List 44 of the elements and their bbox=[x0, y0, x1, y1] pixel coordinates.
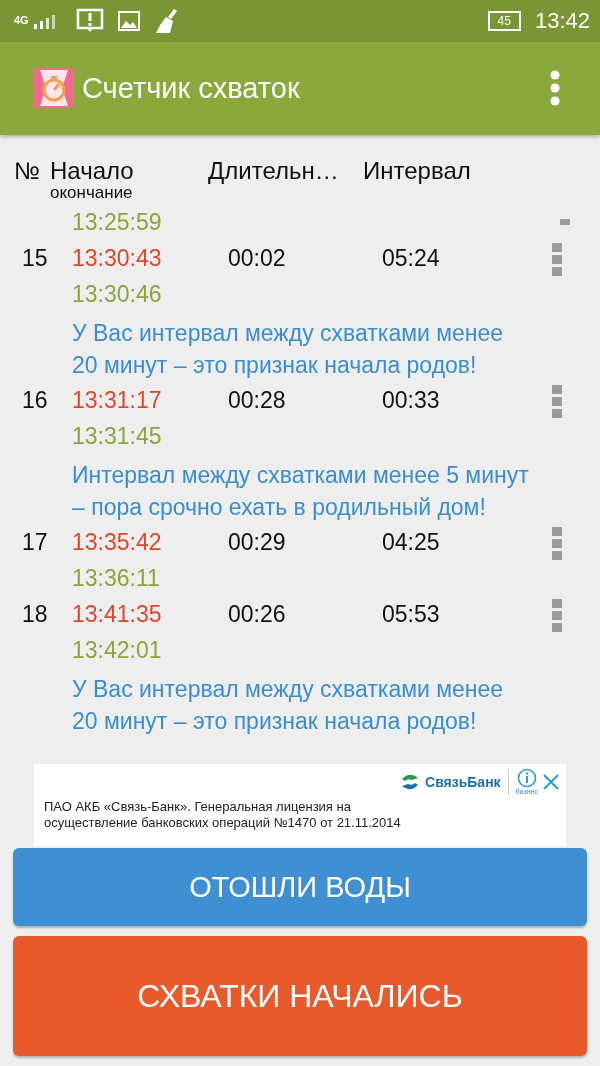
menu-icon[interactable] bbox=[550, 70, 560, 107]
end-time: 13:25:59 bbox=[72, 209, 163, 237]
clock-time: 13:42 bbox=[534, 7, 590, 34]
alert-icon bbox=[76, 7, 104, 34]
image-icon bbox=[118, 10, 140, 31]
ad-text: ПАО АКБ «Связь-Банк». Генеральная лицензия на осуществление банковских операций №1470 от 21.11.2014 bbox=[44, 799, 402, 832]
interval: 00:33 bbox=[382, 387, 441, 415]
info-icon[interactable] bbox=[516, 768, 537, 789]
interval: 05:24 bbox=[382, 245, 441, 273]
duration: 00:29 bbox=[228, 529, 287, 557]
broom-icon bbox=[154, 7, 180, 34]
warning-message: У Вас интервал между схватками менее 20 минут – это признак начала родов! bbox=[71, 318, 505, 380]
entry-number: 15 bbox=[21, 245, 49, 273]
duration: 00:26 bbox=[228, 601, 287, 629]
close-icon[interactable] bbox=[542, 772, 560, 791]
action-button[interactable]: СХВАТКИ НАЧАЛИСЬ bbox=[13, 936, 587, 1056]
entry-number: 16 bbox=[21, 387, 49, 415]
warning-message: У Вас интервал между схватками менее 20 минут – это признак начала родов! bbox=[71, 674, 505, 736]
end-time: 13:30:46 bbox=[72, 281, 163, 309]
bank-name: СвязьБанк bbox=[425, 773, 501, 790]
interval: 04:25 bbox=[382, 529, 441, 557]
start-time: 13:30:43 bbox=[72, 245, 163, 273]
action-button[interactable]: ОТОШЛИ ВОДЫ bbox=[13, 848, 587, 927]
end-time: 13:36:11 bbox=[72, 565, 161, 593]
battery-icon: 45 bbox=[487, 10, 521, 31]
entry-number: 17 bbox=[21, 529, 49, 557]
stopwatch-icon bbox=[34, 68, 74, 109]
start-time: 13:41:35 bbox=[72, 601, 163, 629]
duration: 00:28 bbox=[228, 387, 287, 415]
column-header: Интервал bbox=[363, 156, 472, 185]
column-header: Длительн… bbox=[208, 156, 340, 185]
start-time: 13:35:42 bbox=[72, 529, 163, 557]
column-header: № bbox=[13, 156, 41, 185]
warning-message: Интервал между схватками менее 5 минут – пора срочно ехать в родильный дом! bbox=[71, 460, 530, 522]
column-subheader: окончание bbox=[50, 182, 134, 203]
start-time: 13:31:17 bbox=[72, 387, 163, 415]
network-type: 4G bbox=[14, 15, 28, 27]
entry-number: 18 bbox=[21, 601, 49, 629]
duration: 00:02 bbox=[228, 245, 287, 273]
app-title: Счетчик схваток bbox=[82, 71, 300, 105]
end-time: 13:31:45 bbox=[72, 423, 163, 451]
interval: 05:53 bbox=[382, 601, 441, 629]
end-time: 13:42:01 bbox=[72, 637, 163, 665]
column-header: Начало bbox=[50, 156, 135, 185]
